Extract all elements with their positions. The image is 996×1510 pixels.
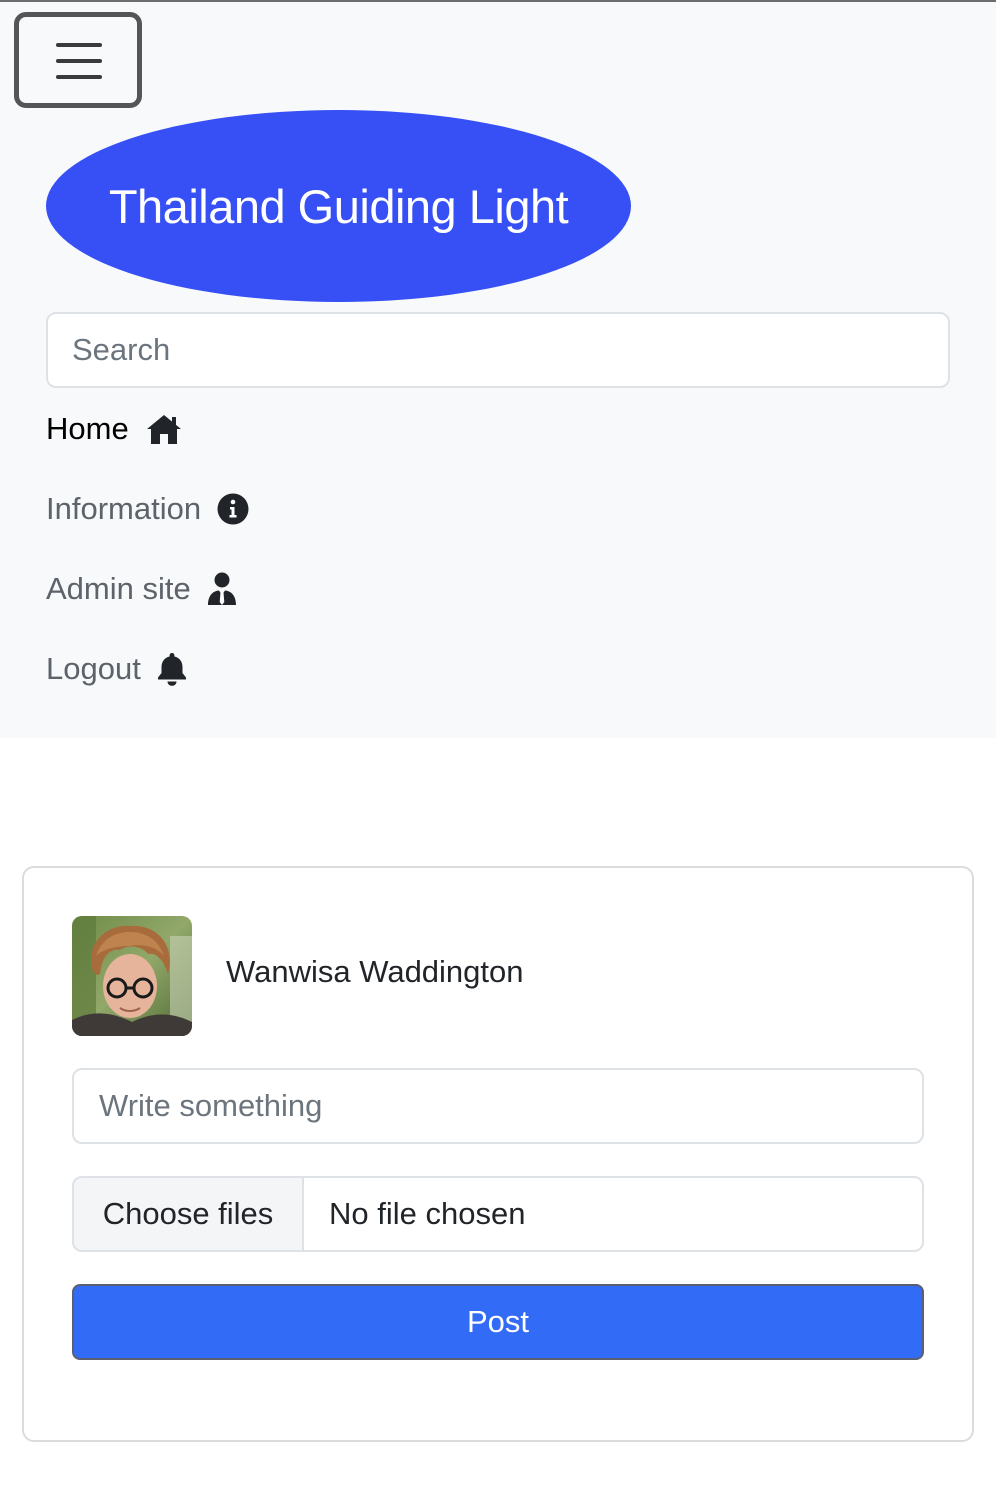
create-post-card: Wanwisa Waddington Choose files No file … <box>22 866 974 1442</box>
post-button[interactable]: Post <box>72 1284 924 1360</box>
file-status-text: No file chosen <box>329 1196 526 1231</box>
navbar-toggler-button[interactable] <box>14 12 142 108</box>
nav-item-label: Logout <box>46 651 141 686</box>
info-circle-icon <box>217 493 249 525</box>
choose-files-button[interactable]: Choose files <box>74 1178 304 1250</box>
file-input[interactable]: Choose files No file chosen <box>72 1176 924 1252</box>
nav-item-admin-site[interactable]: Admin site <box>46 565 237 613</box>
nav-item-label: Admin site <box>46 571 191 606</box>
nav-item-label: Home <box>46 411 129 446</box>
bell-icon <box>157 652 187 686</box>
nav-item-label: Information <box>46 491 202 526</box>
nav-item-home[interactable]: Home <box>46 405 183 453</box>
post-text-input[interactable] <box>72 1068 924 1144</box>
search-input[interactable] <box>46 312 950 388</box>
navbar: Thailand Guiding Light Home Information … <box>0 0 996 738</box>
nav-item-logout[interactable]: Logout <box>46 645 187 693</box>
home-icon <box>145 413 183 445</box>
avatar <box>72 916 192 1036</box>
user-tie-icon <box>207 572 237 606</box>
nav-item-information[interactable]: Information <box>46 485 249 533</box>
brand-logo-link[interactable]: Thailand Guiding Light <box>46 110 631 302</box>
user-name: Wanwisa Waddington <box>226 954 524 989</box>
